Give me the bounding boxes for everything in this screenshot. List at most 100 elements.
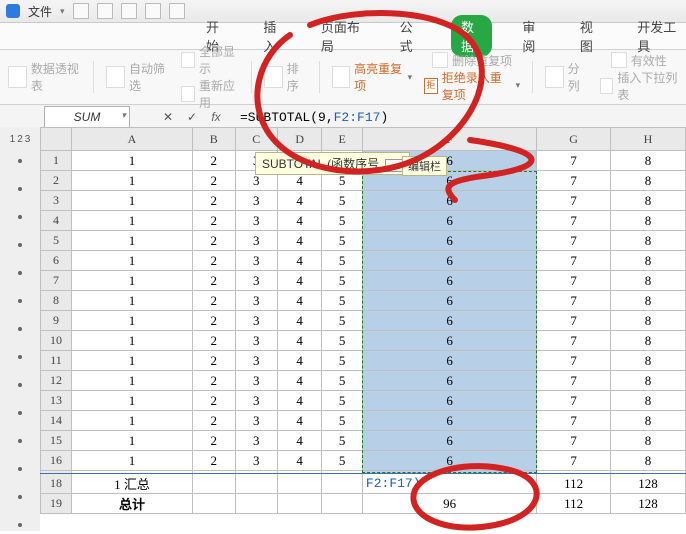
cell-B6[interactable]: 2 [193, 251, 235, 271]
col-header-G[interactable]: G [537, 128, 611, 151]
cell-G16[interactable]: 7 [537, 451, 611, 471]
name-box-chevron-icon[interactable]: ▾ [121, 110, 126, 121]
cell-E11[interactable]: 5 [322, 351, 363, 371]
cell-H13[interactable]: 8 [610, 391, 685, 411]
cell-H3[interactable]: 8 [610, 191, 685, 211]
cell-D12[interactable]: 4 [277, 371, 321, 391]
cell-A15[interactable]: 1 [72, 431, 193, 451]
cell-A2[interactable]: 1 [72, 171, 193, 191]
cell-H8[interactable]: 8 [610, 291, 685, 311]
row-header-14[interactable]: 14 [41, 411, 72, 431]
row-header-9[interactable]: 9 [41, 311, 72, 331]
quick-access-2-icon[interactable] [97, 3, 113, 19]
cell-B13[interactable]: 2 [193, 391, 235, 411]
quick-access-1-icon[interactable] [73, 3, 89, 19]
cell-H9[interactable]: 8 [610, 311, 685, 331]
cell-D5[interactable]: 4 [277, 231, 321, 251]
cell-F4[interactable]: 6 [362, 211, 536, 231]
outline-row-3[interactable] [0, 215, 40, 235]
cell-H12[interactable]: 8 [610, 371, 685, 391]
cell-E9[interactable]: 5 [322, 311, 363, 331]
cell-E3[interactable]: 5 [322, 191, 363, 211]
cell-C11[interactable]: 3 [235, 351, 277, 371]
cell-D18[interactable] [277, 474, 321, 494]
tab-layout[interactable]: 页面布局 [315, 14, 370, 58]
outline-row-4[interactable] [0, 243, 40, 263]
cell-G7[interactable]: 7 [537, 271, 611, 291]
cell-D9[interactable]: 4 [277, 311, 321, 331]
validation-button[interactable]: 有效性 [611, 52, 667, 69]
cell-B2[interactable]: 2 [193, 171, 235, 191]
cell-H1[interactable]: 8 [610, 151, 685, 171]
tab-review[interactable]: 审阅 [516, 14, 549, 58]
tab-formula[interactable]: 公式 [394, 14, 427, 58]
cell-H18[interactable]: 128 [610, 474, 685, 494]
cell-D4[interactable]: 4 [277, 211, 321, 231]
cell-F15[interactable]: 6 [362, 431, 536, 451]
cell-G14[interactable]: 7 [537, 411, 611, 431]
cell-F8[interactable]: 6 [362, 291, 536, 311]
cell-B12[interactable]: 2 [193, 371, 235, 391]
cell-B5[interactable]: 2 [193, 231, 235, 251]
cell-A1[interactable]: 1 [72, 151, 193, 171]
row-header-4[interactable]: 4 [41, 211, 72, 231]
cell-B15[interactable]: 2 [193, 431, 235, 451]
cell-F19[interactable]: 96 [362, 494, 536, 514]
cell-D10[interactable]: 4 [277, 331, 321, 351]
outline-level-2[interactable]: 2 [17, 134, 23, 145]
cell-F14[interactable]: 6 [362, 411, 536, 431]
cell-G6[interactable]: 7 [537, 251, 611, 271]
cell-A9[interactable]: 1 [72, 311, 193, 331]
cell-G4[interactable]: 7 [537, 211, 611, 231]
cell-F3[interactable]: 6 [362, 191, 536, 211]
cell-G12[interactable]: 7 [537, 371, 611, 391]
col-header-C[interactable]: C [235, 128, 277, 151]
cell-D7[interactable]: 4 [277, 271, 321, 291]
cell-B4[interactable]: 2 [193, 211, 235, 231]
cell-E5[interactable]: 5 [322, 231, 363, 251]
fx-button[interactable]: fx [208, 109, 224, 125]
cell-C5[interactable]: 3 [235, 231, 277, 251]
cell-H10[interactable]: 8 [610, 331, 685, 351]
cell-F5[interactable]: 6 [362, 231, 536, 251]
cell-G10[interactable]: 7 [537, 331, 611, 351]
cell-A18[interactable]: 1 汇总 [72, 474, 193, 494]
reapply-button[interactable]: 重新应用 [181, 77, 239, 111]
cell-A3[interactable]: 1 [72, 191, 193, 211]
cell-D11[interactable]: 4 [277, 351, 321, 371]
cell-B14[interactable]: 2 [193, 411, 235, 431]
cell-G3[interactable]: 7 [537, 191, 611, 211]
cell-E7[interactable]: 5 [322, 271, 363, 291]
col-header-H[interactable]: H [610, 128, 685, 151]
cell-A5[interactable]: 1 [72, 231, 193, 251]
cell-E16[interactable]: 5 [322, 451, 363, 471]
cell-E14[interactable]: 5 [322, 411, 363, 431]
row-header-10[interactable]: 10 [41, 331, 72, 351]
cell-G1[interactable]: 7 [537, 151, 611, 171]
cell-H14[interactable]: 8 [610, 411, 685, 431]
outline-level-header[interactable]: 1 2 3 [0, 127, 41, 152]
cell-E10[interactable]: 5 [322, 331, 363, 351]
cell-E8[interactable]: 5 [322, 291, 363, 311]
select-all-corner[interactable] [41, 128, 72, 151]
cell-G2[interactable]: 7 [537, 171, 611, 191]
cell-E18[interactable] [322, 474, 363, 494]
col-header-D[interactable]: D [277, 128, 321, 151]
cell-H15[interactable]: 8 [610, 431, 685, 451]
row-header-7[interactable]: 7 [41, 271, 72, 291]
cell-H2[interactable]: 8 [610, 171, 685, 191]
outline-row-7[interactable] [0, 327, 40, 347]
cell-E12[interactable]: 5 [322, 371, 363, 391]
cell-F18-editing[interactable]: F2:F17) [362, 474, 536, 494]
cell-D16[interactable]: 4 [277, 451, 321, 471]
pivot-button[interactable]: 数据透视表 [8, 60, 81, 94]
cell-C16[interactable]: 3 [235, 451, 277, 471]
cell-E13[interactable]: 5 [322, 391, 363, 411]
spreadsheet-grid[interactable]: ABCDEFGH11234567821234567831234567841234… [40, 127, 686, 534]
text-to-cols-button[interactable]: 分列 [545, 60, 588, 94]
cell-B18[interactable] [193, 474, 235, 494]
cell-F16[interactable]: 6 [362, 451, 536, 471]
cell-D6[interactable]: 4 [277, 251, 321, 271]
cell-A7[interactable]: 1 [72, 271, 193, 291]
cell-A12[interactable]: 1 [72, 371, 193, 391]
